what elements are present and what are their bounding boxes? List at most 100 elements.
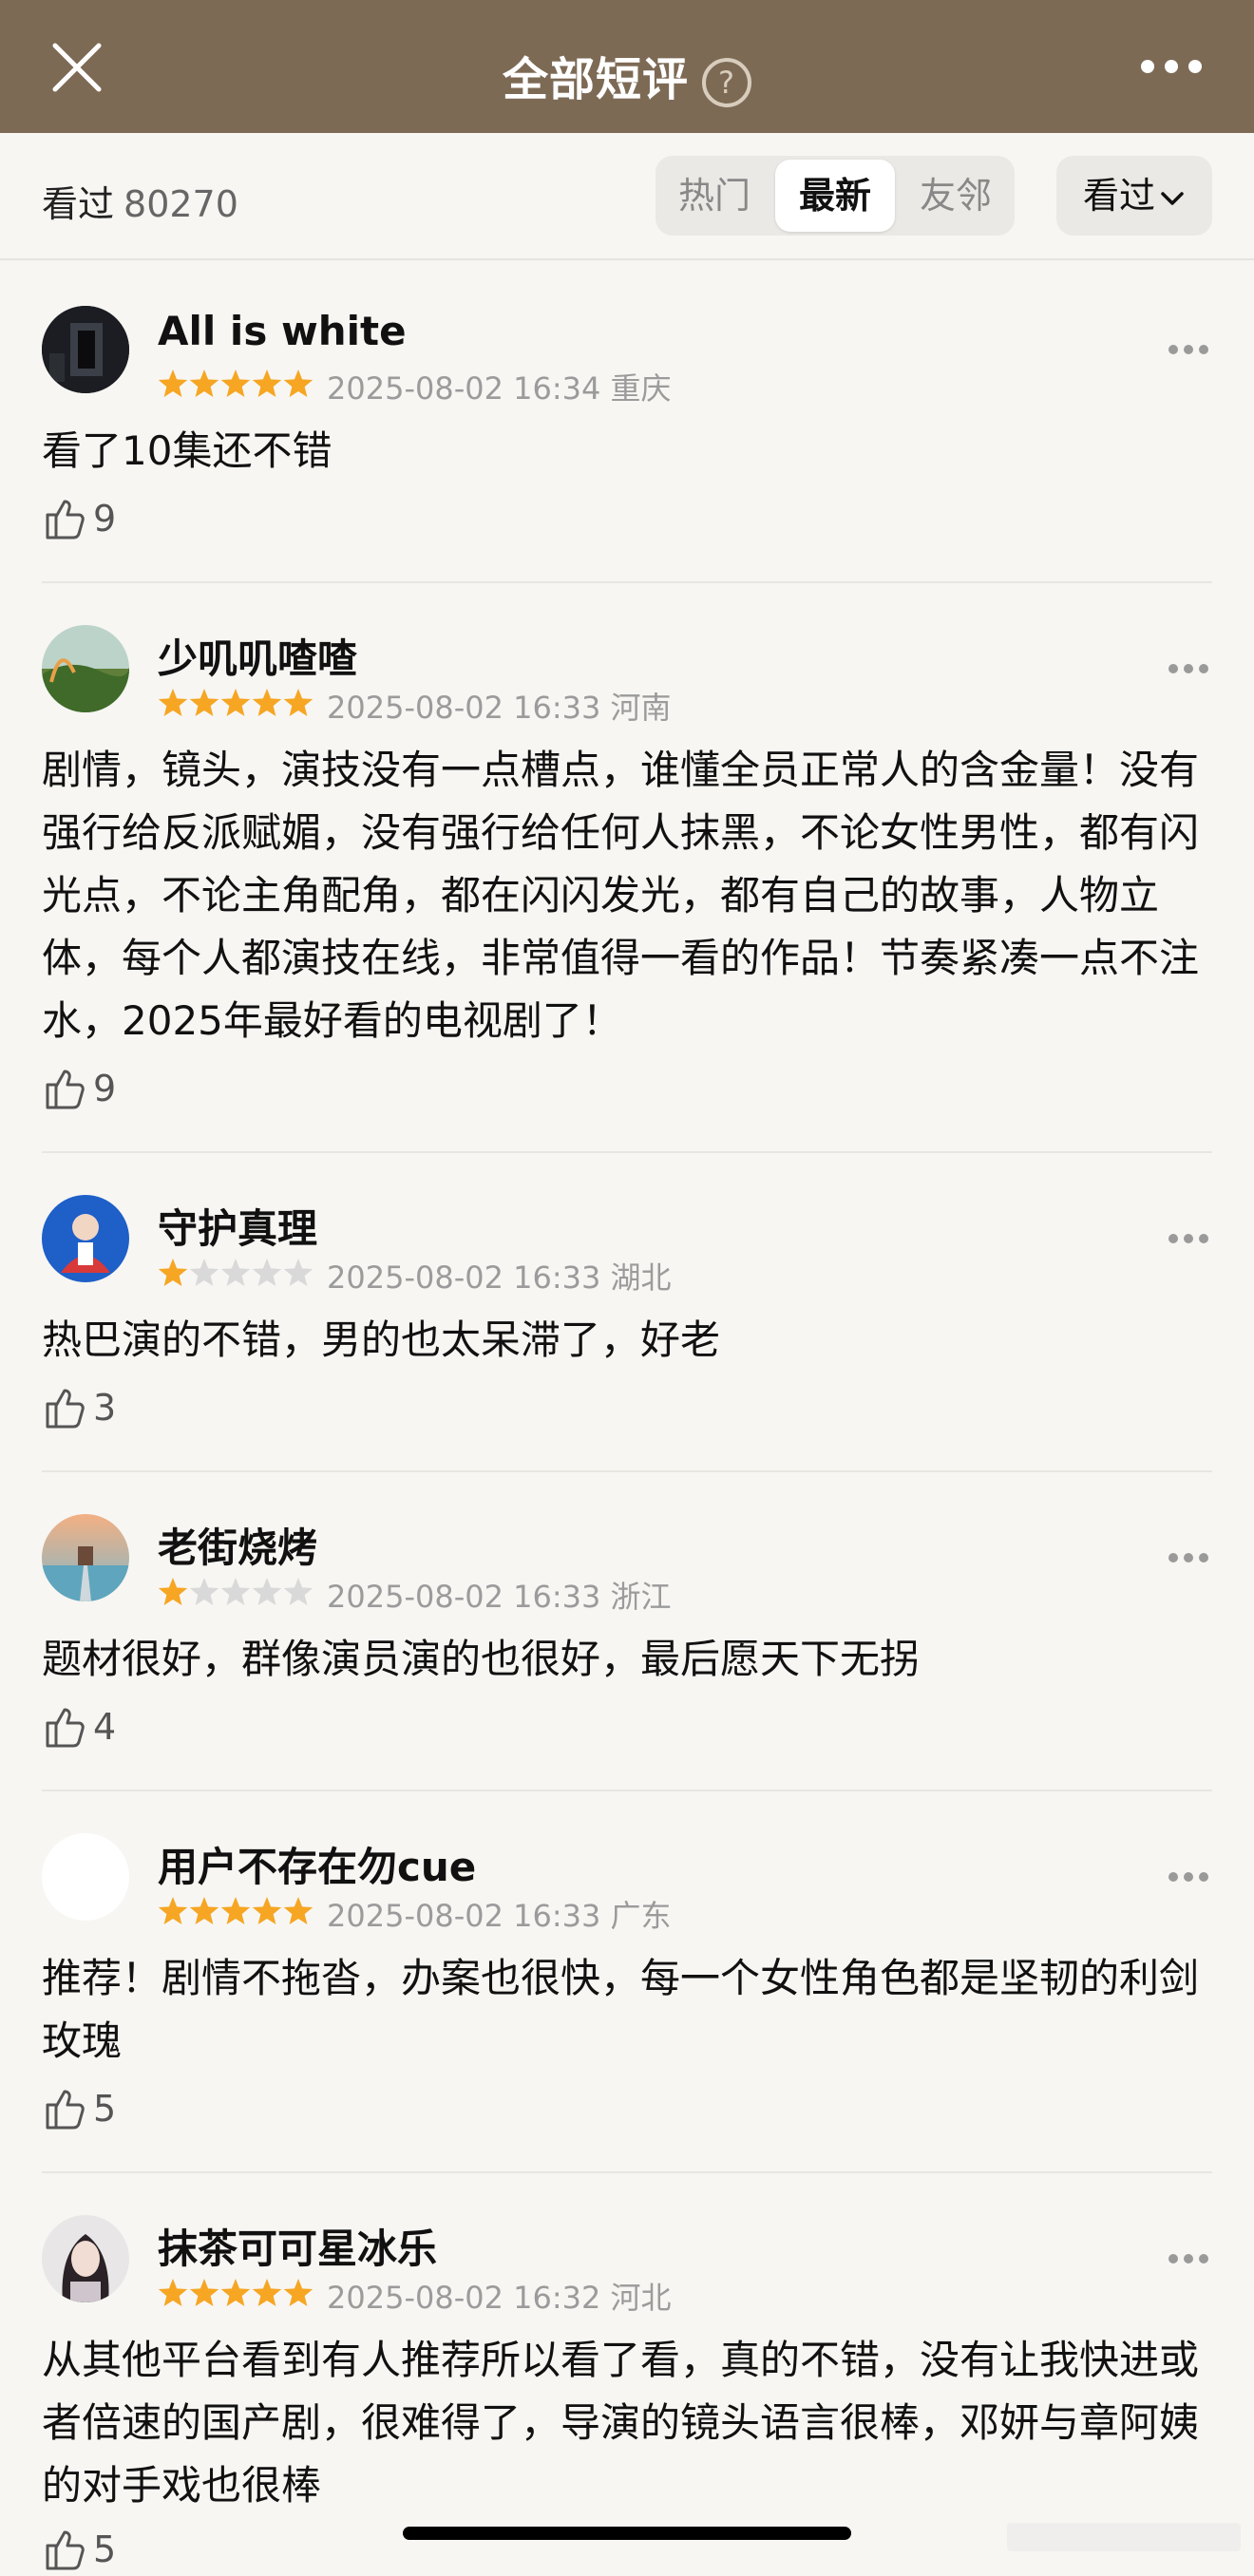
page-title: 全部短评? (0, 42, 1254, 108)
like-button[interactable]: 5 (42, 2084, 116, 2135)
star-empty-icon (220, 1259, 251, 1286)
star-filled-icon (252, 1897, 282, 1924)
star-filled-icon (252, 2279, 282, 2306)
star-empty-icon (252, 1259, 282, 1286)
star-filled-icon (220, 2279, 251, 2306)
divider (42, 2171, 1212, 2173)
help-icon[interactable]: ? (702, 58, 751, 107)
review-meta: 2025-08-02 16:33 广东 (327, 1892, 672, 1936)
star-empty-icon (189, 1259, 219, 1286)
divider (42, 1790, 1212, 1791)
rating-stars (158, 1577, 314, 1607)
star-filled-icon (158, 689, 188, 716)
star-filled-icon (158, 1578, 188, 1605)
review-location: 河北 (610, 2280, 672, 2316)
rating-stars (158, 2278, 314, 2308)
review-datetime: 2025-08-02 16:33 (327, 1260, 601, 1296)
like-button[interactable]: 3 (42, 1383, 116, 1434)
star-filled-icon (220, 1897, 251, 1924)
review-datetime: 2025-08-02 16:33 (327, 690, 601, 726)
star-filled-icon (283, 689, 314, 716)
like-count: 3 (93, 1387, 117, 1429)
like-count: 9 (93, 1068, 117, 1109)
thumbs-up-icon (46, 2530, 85, 2570)
like-button[interactable]: 4 (42, 1702, 116, 1753)
thumbs-up-icon (46, 1708, 85, 1748)
avatar[interactable] (42, 2215, 129, 2302)
review-location: 广东 (610, 1898, 672, 1934)
star-filled-icon (283, 369, 314, 397)
like-count: 5 (93, 2529, 117, 2570)
review-location: 湖北 (610, 1260, 672, 1296)
star-filled-icon (283, 1897, 314, 1924)
review-content: 热巴演的不错，男的也太呆滞了，好老 (42, 1316, 721, 1363)
like-count: 5 (93, 2088, 117, 2130)
top-bar: 全部短评? (0, 0, 1254, 133)
review-content: 从其他平台看到有人推荐所以看了看，真的不错，没有让我快进或者倍速的国产剧，很难得… (42, 2337, 1200, 2509)
tab-hot[interactable]: 热门 (656, 156, 773, 236)
star-filled-icon (189, 2279, 219, 2306)
star-empty-icon (220, 1578, 251, 1605)
review-more-icon[interactable] (1167, 343, 1210, 356)
username[interactable]: 用户不存在勿cue (158, 1835, 476, 1893)
review-meta: 2025-08-02 16:34 重庆 (327, 365, 672, 408)
avatar[interactable] (42, 306, 129, 393)
chevron-down-icon (1161, 191, 1184, 205)
star-filled-icon (252, 689, 282, 716)
star-empty-icon (252, 1578, 282, 1605)
sort-tabs: 热门 最新 友邻 (656, 156, 1015, 236)
tab-latest[interactable]: 最新 (775, 160, 895, 232)
star-filled-icon (220, 689, 251, 716)
scroll-indicator (1007, 2523, 1241, 2551)
review-meta: 2025-08-02 16:33 浙江 (327, 1573, 672, 1617)
star-filled-icon (189, 369, 219, 397)
review-more-icon[interactable] (1167, 2252, 1210, 2265)
watched-count-label: 看过 (42, 183, 115, 225)
review-more-icon[interactable] (1167, 662, 1210, 675)
more-options-icon[interactable] (1138, 55, 1205, 78)
review-datetime: 2025-08-02 16:34 (327, 370, 601, 407)
star-filled-icon (189, 1897, 219, 1924)
username[interactable]: 守护真理 (158, 1197, 317, 1255)
review-more-icon[interactable] (1167, 1551, 1210, 1564)
status-filter-dropdown[interactable]: 看过 (1056, 156, 1212, 236)
review-meta: 2025-08-02 16:33 湖北 (327, 1254, 672, 1297)
review-location: 河南 (610, 690, 672, 726)
star-filled-icon (158, 369, 188, 397)
avatar[interactable] (42, 1195, 129, 1282)
filter-bar: 看过 80270 热门 最新 友邻 看过 (0, 133, 1254, 260)
username[interactable]: All is white (158, 308, 407, 354)
thumbs-up-icon (46, 1389, 85, 1429)
username[interactable]: 抹茶可可星冰乐 (158, 2217, 437, 2275)
thumbs-up-icon (46, 500, 85, 540)
like-button[interactable]: 9 (42, 494, 116, 545)
review-more-icon[interactable] (1167, 1870, 1210, 1884)
like-button[interactable]: 5 (42, 2525, 116, 2576)
star-filled-icon (252, 369, 282, 397)
review-datetime: 2025-08-02 16:33 (327, 1898, 601, 1934)
username[interactable]: 老街烧烤 (158, 1516, 317, 1574)
review-datetime: 2025-08-02 16:32 (327, 2280, 601, 2316)
rating-stars (158, 688, 314, 718)
star-filled-icon (220, 369, 251, 397)
status-filter-label: 看过 (1082, 175, 1155, 217)
like-count: 4 (93, 1706, 117, 1748)
avatar[interactable] (42, 1833, 129, 1921)
divider (42, 1470, 1212, 1472)
username[interactable]: 少叽叽喳喳 (158, 627, 357, 685)
review-more-icon[interactable] (1167, 1232, 1210, 1245)
avatar[interactable] (42, 625, 129, 712)
star-filled-icon (158, 2279, 188, 2306)
star-filled-icon (189, 689, 219, 716)
review-meta: 2025-08-02 16:32 河北 (327, 2274, 672, 2318)
avatar[interactable] (42, 1514, 129, 1601)
thumbs-up-icon (46, 2090, 85, 2130)
home-indicator[interactable] (403, 2527, 851, 2540)
tab-friends[interactable]: 友邻 (897, 156, 1015, 236)
like-button[interactable]: 9 (42, 1064, 116, 1115)
page-title-text: 全部短评 (502, 53, 689, 106)
review-location: 浙江 (610, 1579, 672, 1615)
divider (42, 581, 1212, 583)
review-location: 重庆 (610, 370, 672, 407)
star-empty-icon (189, 1578, 219, 1605)
